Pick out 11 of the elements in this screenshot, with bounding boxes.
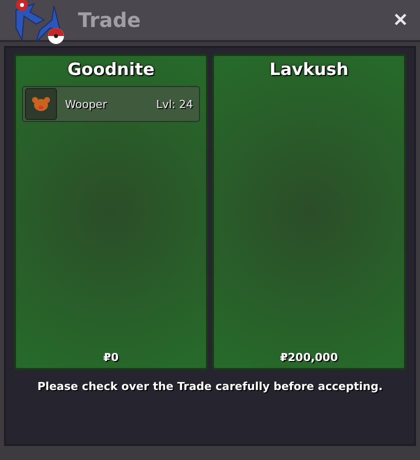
notice-text: Please check over the Trade carefully before accepting. [37, 380, 383, 393]
close-button[interactable]: ✕ [389, 9, 412, 31]
money-amount: ₽0 [103, 351, 119, 364]
trader-name: Lavkush [269, 60, 348, 80]
window-title: Trade [78, 8, 141, 32]
creature-icon [31, 95, 51, 113]
pokemon-level: Lvl: 24 [156, 98, 193, 110]
money-amount: ₽200,000 [280, 351, 338, 364]
pokemon-name: Wooper [65, 98, 108, 110]
trader-name: Goodnite [67, 60, 155, 80]
pokemon-slot[interactable]: Wooper Lvl: 24 [22, 86, 200, 122]
